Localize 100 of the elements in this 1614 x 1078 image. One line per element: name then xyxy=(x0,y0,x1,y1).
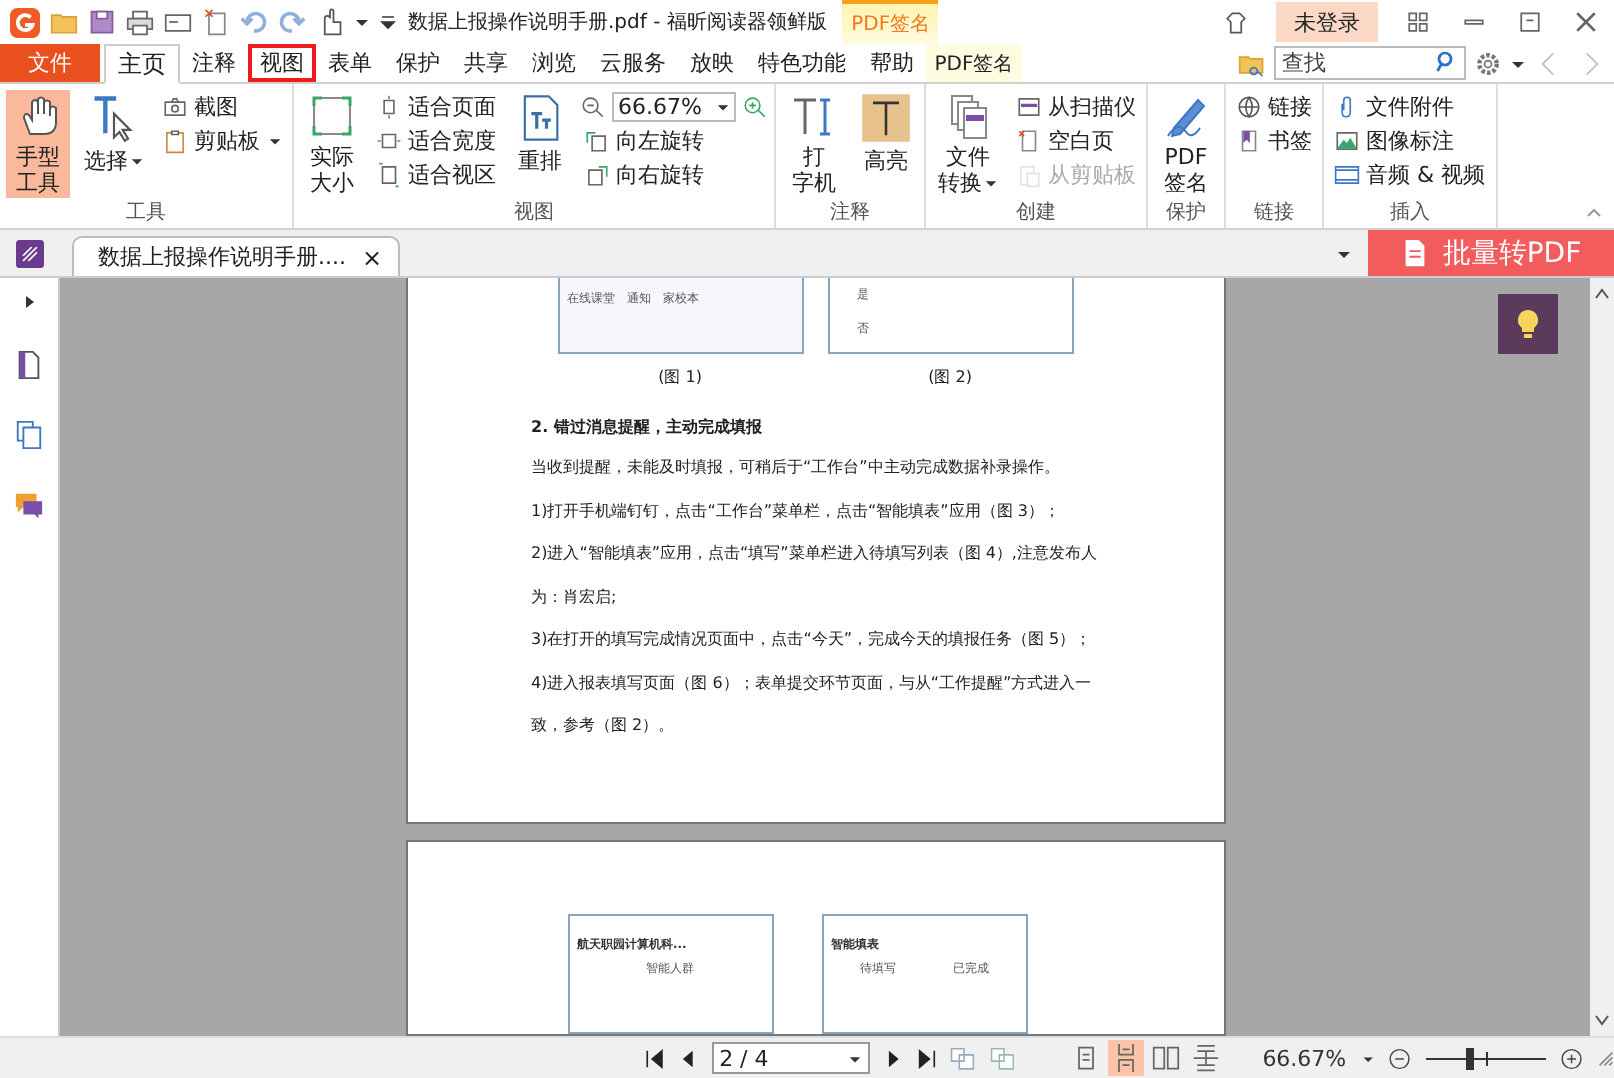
app-icon[interactable] xyxy=(16,240,44,268)
caret-icon xyxy=(268,134,282,148)
ribbon-button[interactable]: 从扫描仪 xyxy=(1012,90,1140,124)
scroll-down-icon[interactable] xyxy=(1594,1012,1610,1028)
fit-width-icon xyxy=(376,128,402,154)
mail-icon[interactable] xyxy=(164,8,192,36)
section-heading: 2. 错过消息提醒，主动完成填报 xyxy=(531,416,764,438)
maximize-icon[interactable] xyxy=(1516,8,1544,36)
close-icon[interactable] xyxy=(1572,8,1600,36)
menu-tab[interactable]: 共享 xyxy=(452,44,520,82)
pages-icon[interactable] xyxy=(14,350,44,380)
ribbon-button[interactable]: 文件 转换 xyxy=(932,90,1004,198)
zoom-level[interactable]: 66.67% xyxy=(1262,1045,1347,1071)
collapse-ribbon-icon[interactable] xyxy=(1586,204,1602,220)
tab-list-caret-icon[interactable] xyxy=(1336,246,1352,262)
caret-icon xyxy=(716,100,730,114)
scanner-icon xyxy=(1016,94,1042,120)
ribbon-button[interactable]: 高亮 xyxy=(854,90,918,198)
menu-tab[interactable]: 文件 xyxy=(0,44,100,82)
ribbon-button[interactable]: 向右旋转 xyxy=(580,158,768,192)
menu-tab[interactable]: 帮助 xyxy=(858,44,926,82)
ribbon-button[interactable]: 空白页 xyxy=(1012,124,1140,158)
zoom-out-icon[interactable] xyxy=(580,94,606,120)
login-button[interactable]: 未登录 xyxy=(1276,2,1378,42)
ribbon-button[interactable]: 手型 工具 xyxy=(6,90,70,198)
last-page-icon[interactable] xyxy=(917,1047,937,1069)
paragraph: 1)打开手机端钉钉，点击“工作台”菜单栏，点击“智能填表”应用（图 3）； xyxy=(531,499,1062,523)
settings-icon[interactable] xyxy=(1474,49,1502,77)
contextual-tab-header: PDF签名 xyxy=(842,0,939,44)
caret-icon[interactable] xyxy=(1362,1051,1375,1065)
menu-tab[interactable]: 主页 xyxy=(104,44,180,84)
ribbon-button[interactable]: 重排 xyxy=(508,90,572,198)
ribbon-button[interactable]: 图像标注 xyxy=(1330,124,1490,158)
paragraph: 当收到提醒，未能及时填报，可稍后于“工作台”中主动完成数据补录操作。 xyxy=(531,456,1062,480)
ribbon-button[interactable]: 打 字机 xyxy=(782,90,846,198)
continuous-facing-icon xyxy=(1192,1044,1221,1072)
ribbon-button[interactable]: PDF 签名 xyxy=(1154,90,1218,198)
view-mode-button[interactable] xyxy=(1108,1040,1145,1076)
previous-page-icon[interactable] xyxy=(677,1047,698,1069)
zoom-in-icon[interactable] xyxy=(1560,1045,1584,1071)
ribbon-button[interactable]: 适合宽度 xyxy=(372,124,500,158)
lightbulb-icon xyxy=(1512,308,1544,340)
app-logo-icon xyxy=(10,7,40,37)
ribbon-button[interactable]: 截图 xyxy=(158,90,286,124)
tips-button[interactable] xyxy=(1498,294,1558,354)
resize-grip-icon[interactable] xyxy=(1597,1049,1614,1067)
menu-tab[interactable]: 注释 xyxy=(180,44,248,82)
ribbon-button[interactable]: 链接 xyxy=(1232,90,1316,124)
image-icon xyxy=(1334,128,1360,154)
scroll-up-icon[interactable] xyxy=(1594,286,1610,302)
first-page-icon[interactable] xyxy=(644,1047,664,1069)
paste-icon xyxy=(1016,162,1042,188)
group-label: 注释 xyxy=(828,200,872,228)
ribbon-button[interactable]: 向左旋转 xyxy=(580,124,768,158)
caret-icon xyxy=(130,154,144,168)
rotate-left-icon xyxy=(584,128,610,154)
zoom-dropdown[interactable]: 66.67% xyxy=(612,92,736,122)
group-label: 视图 xyxy=(512,200,556,228)
group-label: 插入 xyxy=(1387,200,1432,228)
ribbon-button[interactable]: 选择 xyxy=(78,90,150,198)
page-number-field[interactable]: 2 / 4 xyxy=(711,1042,870,1074)
menu-tab[interactable]: 表单 xyxy=(316,44,384,82)
facing-pages-icon xyxy=(1152,1044,1181,1072)
ribbon-button[interactable]: 适合页面 xyxy=(372,90,500,124)
window-title: 数据上报操作说明手册.pdf - 福昕阅读器领鲜版 xyxy=(408,9,827,36)
apps-grid-icon[interactable] xyxy=(1404,8,1432,36)
camera-icon xyxy=(162,94,188,120)
comments-icon[interactable] xyxy=(14,490,44,520)
save-icon[interactable] xyxy=(88,8,116,36)
clipboard-icon xyxy=(162,128,188,154)
group-label: 保护 xyxy=(1164,200,1208,228)
menu-tab[interactable]: 特色功能 xyxy=(746,44,858,82)
close-tab-button[interactable]: × xyxy=(362,243,383,271)
expand-panel-icon[interactable] xyxy=(21,294,37,310)
document-tab[interactable]: 数据上报操作说明手册.... × xyxy=(72,236,401,276)
ribbon-button[interactable]: 实际 大小 xyxy=(300,90,364,198)
caret-icon[interactable] xyxy=(354,14,370,30)
ribbon-button[interactable]: 剪贴板 xyxy=(158,124,286,158)
menu-tab[interactable]: 浏览 xyxy=(520,44,588,82)
customize-caret-icon[interactable] xyxy=(380,14,396,30)
ribbon-button[interactable]: 书签 xyxy=(1232,124,1316,158)
search-field[interactable]: 查找 xyxy=(1274,46,1466,80)
next-page-icon[interactable] xyxy=(883,1047,903,1069)
ribbon-button[interactable]: 文件附件 xyxy=(1330,90,1490,124)
shirt-icon[interactable] xyxy=(1222,8,1250,36)
paragraph: 3)在打开的填写完成情况页面中，点击“今天”，完成今天的填报任务（图 5）； xyxy=(531,628,1094,652)
figure-caption: (图 1) xyxy=(658,366,702,388)
menu-tab[interactable]: 保护 xyxy=(384,44,452,82)
layers-icon[interactable] xyxy=(14,420,44,450)
slider-thumb[interactable] xyxy=(1465,1047,1474,1069)
menu-tab[interactable]: 视图 xyxy=(248,44,316,82)
new-doc-icon[interactable] xyxy=(202,8,230,36)
menu-tab[interactable]: 云服务 xyxy=(588,44,678,82)
ribbon-button[interactable]: 音频 & 视频 xyxy=(1330,158,1490,192)
menu-tab[interactable]: PDF签名 xyxy=(926,44,1022,82)
zoom-out-icon[interactable] xyxy=(1388,1045,1412,1071)
menu-tab[interactable]: 放映 xyxy=(678,44,746,82)
printer-icon[interactable] xyxy=(126,8,154,36)
ribbon-button[interactable]: 适合视区 xyxy=(372,158,500,192)
rotate-right-icon xyxy=(584,162,610,188)
